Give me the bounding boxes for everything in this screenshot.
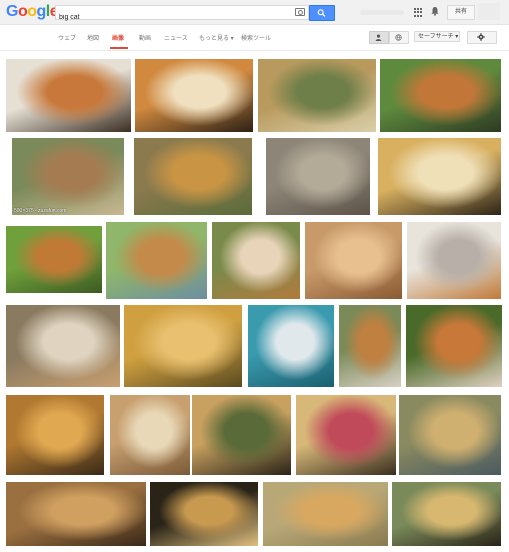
gear-icon: [477, 33, 485, 41]
image-result[interactable]: [248, 305, 334, 387]
logo-letter: o: [17, 3, 28, 20]
image-result[interactable]: [6, 482, 146, 546]
image-caption: 500×375 - zuzafun.com: [14, 208, 67, 214]
image-result[interactable]: [258, 59, 376, 132]
share-button[interactable]: 共有: [447, 5, 475, 20]
tab-maps[interactable]: 地図: [87, 33, 99, 42]
apps-grid-icon[interactable]: [414, 8, 423, 17]
tab-more[interactable]: もっと見る ▾: [199, 33, 234, 42]
image-result[interactable]: 500×375 - zuzafun.com: [12, 138, 124, 215]
view-toggle-button[interactable]: [369, 31, 389, 44]
safesearch-button[interactable]: セーフサーチ ▾: [414, 31, 460, 42]
search-box: [55, 5, 309, 24]
top-bar: Google 共有: [0, 0, 509, 25]
image-result[interactable]: [406, 305, 502, 387]
image-result[interactable]: [6, 305, 120, 387]
tab-news[interactable]: ニュース: [164, 33, 188, 42]
search-input[interactable]: [56, 11, 289, 24]
camera-icon[interactable]: [295, 8, 305, 16]
avatar[interactable]: [478, 3, 500, 20]
image-result[interactable]: [339, 305, 401, 387]
logo-letter: o: [27, 3, 37, 20]
notification-bell-icon[interactable]: [431, 6, 439, 16]
tab-search-tools[interactable]: 検索ツール: [241, 33, 271, 42]
settings-button[interactable]: [467, 31, 497, 44]
image-result[interactable]: [124, 305, 242, 387]
tab-images[interactable]: 画像: [112, 33, 124, 42]
image-result[interactable]: [378, 138, 501, 215]
logo-letter: G: [6, 3, 18, 20]
globe-icon: [395, 34, 402, 41]
search-icon: [317, 9, 326, 17]
image-result[interactable]: [192, 395, 291, 475]
account-name-blurred: [360, 10, 404, 15]
google-logo[interactable]: Google: [6, 3, 59, 21]
image-result[interactable]: [407, 222, 501, 299]
image-result[interactable]: [135, 59, 253, 132]
image-result[interactable]: [305, 222, 402, 299]
image-result[interactable]: [150, 482, 258, 546]
active-tab-indicator: [110, 47, 128, 49]
image-result[interactable]: [134, 138, 252, 215]
image-result[interactable]: [6, 59, 131, 132]
image-result[interactable]: [266, 138, 370, 215]
image-result[interactable]: [212, 222, 300, 299]
search-button[interactable]: [309, 5, 335, 21]
image-result[interactable]: [263, 482, 388, 546]
logo-letter: g: [36, 3, 47, 20]
image-result[interactable]: [110, 395, 190, 475]
image-result[interactable]: [380, 59, 501, 132]
tab-videos[interactable]: 動画: [139, 33, 151, 42]
person-icon: [375, 34, 382, 41]
image-result[interactable]: [296, 395, 396, 475]
tab-web[interactable]: ウェブ: [58, 33, 76, 42]
image-result[interactable]: [106, 222, 207, 299]
globe-toggle-button[interactable]: [389, 31, 409, 44]
image-result[interactable]: [399, 395, 501, 475]
tab-bar: ウェブ 地図 画像 動画 ニュース もっと見る ▾ 検索ツール セーフサーチ ▾: [0, 25, 509, 51]
image-result[interactable]: [392, 482, 501, 546]
image-result[interactable]: [6, 226, 102, 293]
image-result[interactable]: [6, 395, 104, 475]
